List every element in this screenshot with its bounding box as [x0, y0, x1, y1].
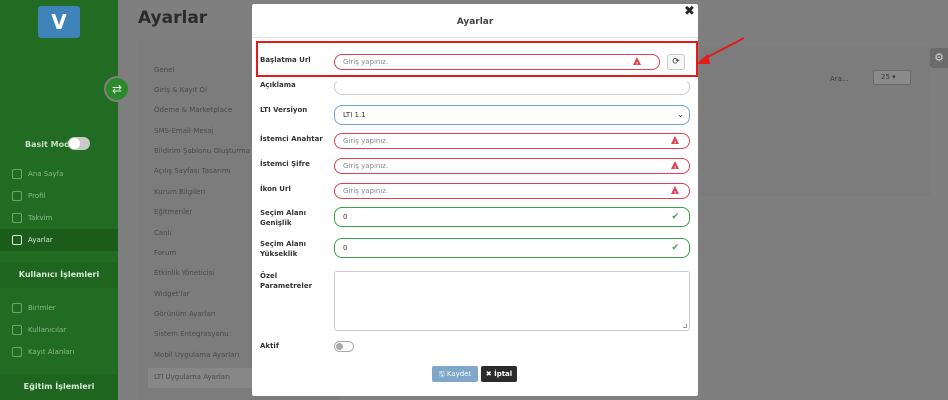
istemci-sifre-input[interactable]: Giriş yapınız.	[334, 158, 690, 176]
gear-icon	[12, 235, 22, 245]
ikon-url-placeholder: Giriş yapınız.	[343, 187, 389, 195]
istemci-anahtar-placeholder: Giriş yapınız.	[343, 137, 389, 145]
check-icon: ✔	[671, 212, 679, 222]
aktif-toggle[interactable]	[334, 341, 354, 352]
settings-menu-item[interactable]: Eğitmenler	[154, 208, 192, 216]
sidebar-item-label: Takvim	[28, 214, 53, 222]
building-icon	[12, 303, 22, 313]
sidebar-item-kullanicilar[interactable]: Kullanıcılar	[0, 319, 118, 341]
istemci-sifre-label: İstemci Şifre	[260, 160, 310, 168]
aktif-label: Aktif	[260, 342, 279, 350]
save-button[interactable]: 🖫 Kaydet	[432, 366, 478, 382]
app-logo[interactable]: V	[38, 6, 80, 38]
settings-menu-item[interactable]: Forum	[154, 249, 176, 257]
check-icon: ✔	[671, 243, 679, 253]
basit-mod-label: Basit Mod	[25, 140, 70, 149]
secim-yukseklik-label: Seçim Alanı Yükseklik	[260, 240, 306, 258]
lti-versiyon-value: LTI 1.1	[343, 111, 366, 119]
close-icon[interactable]: ✖	[684, 4, 695, 19]
sidebar-item-label: Birimler	[28, 304, 56, 312]
sidebar-section-education[interactable]: Eğitim İşlemleri	[0, 374, 118, 400]
settings-menu-item[interactable]: Widget'lar	[154, 290, 190, 298]
ozel-parametreler-label: Özel Parametreler	[260, 272, 313, 290]
lti-versiyon-label: LTI Versiyon	[260, 106, 308, 114]
sidebar-item-kayit-alanlari[interactable]: Kayıt Alanları	[0, 341, 118, 363]
ozel-parametreler-textarea[interactable]	[334, 271, 690, 331]
users-icon	[12, 325, 22, 335]
home-icon	[12, 169, 22, 179]
calendar-icon	[12, 213, 22, 223]
settings-menu-item[interactable]: Ödeme & Marketplace	[154, 106, 232, 114]
settings-modal: Ayarlar ✖ Başlatma Url Giriş yapınız. ⟳ …	[252, 4, 698, 396]
secim-genislik-value: 0	[343, 213, 348, 221]
modal-divider	[252, 37, 698, 38]
settings-menu-item[interactable]: Genel	[154, 66, 174, 74]
page-size-select[interactable]: 25 ▾	[873, 70, 911, 85]
basit-mod-toggle[interactable]	[68, 137, 90, 150]
settings-menu-item[interactable]: Mobil Uygulama Ayarları	[154, 351, 239, 359]
settings-menu-item[interactable]: Görünüm Ayarları	[154, 310, 216, 318]
resize-grip-icon[interactable]	[683, 324, 687, 328]
modal-title: Ayarlar	[456, 17, 494, 27]
secim-genislik-input[interactable]: 0 ✔	[334, 207, 690, 227]
highlight-box	[256, 41, 698, 77]
sidebar-item-label: Ana Sayfa	[28, 170, 64, 178]
ikon-url-label: İkon Url	[260, 185, 291, 193]
istemci-anahtar-input[interactable]: Giriş yapınız.	[334, 133, 690, 151]
page-title: Ayarlar	[138, 8, 208, 28]
settings-menu-item[interactable]: Etkinlik Yöneticisi	[154, 269, 214, 277]
secim-yukseklik-value: 0	[343, 244, 348, 252]
cancel-button[interactable]: ✖ İptal	[481, 366, 517, 382]
sidebar-item-takvim[interactable]: Takvim	[0, 207, 118, 229]
sidebar-item-label: Kayıt Alanları	[28, 348, 75, 356]
sidebar-item-label: Kullanıcılar	[28, 326, 67, 334]
istemci-sifre-placeholder: Giriş yapınız.	[343, 162, 389, 170]
sidebar: V Basit Mod Ana Sayfa Profil Takvim Ayar…	[0, 0, 118, 400]
warning-icon	[671, 161, 679, 176]
settings-menu-item[interactable]: Giriş & Kayıt Ol	[154, 86, 207, 94]
secim-genislik-label: Seçim Alanı Genişlik	[260, 209, 306, 227]
secim-yukseklik-input[interactable]: 0 ✔	[334, 238, 690, 258]
app-root: V Basit Mod Ana Sayfa Profil Takvim Ayar…	[0, 0, 948, 400]
sidebar-item-label: Profil	[28, 192, 46, 200]
aciklama-input[interactable]	[334, 79, 690, 95]
warning-icon	[671, 136, 679, 151]
sidebar-item-birimler[interactable]: Birimler	[0, 297, 118, 319]
settings-menu-item[interactable]: LTI Uygulama Ayarları	[154, 373, 230, 381]
aciklama-label: Açıklama	[260, 81, 296, 89]
gear-icon[interactable]: ⚙	[930, 48, 948, 68]
lti-versiyon-select[interactable]: LTI 1.1 ⌄	[334, 105, 690, 125]
settings-menu-item[interactable]: SMS-Email-Mesaj	[154, 127, 214, 135]
settings-menu-item[interactable]: Açılış Sayfası Tasarımı	[154, 167, 231, 175]
sidebar-collapse-icon[interactable]: ⇄	[104, 76, 130, 102]
settings-menu-item[interactable]: Bildirim Şablonu Oluşturma	[154, 147, 250, 155]
settings-menu-item[interactable]: Kurum Bilgileri	[154, 188, 205, 196]
annotation-arrow-icon	[696, 37, 745, 64]
user-icon	[12, 191, 22, 201]
sidebar-item-ayarlar[interactable]: Ayarlar	[0, 229, 118, 251]
istemci-anahtar-label: İstemci Anahtar	[260, 135, 323, 143]
ikon-url-input[interactable]: Giriş yapınız.	[334, 183, 690, 201]
settings-menu-item[interactable]: Canlı	[154, 229, 172, 237]
sidebar-section-users[interactable]: Kullanıcı İşlemleri	[0, 262, 118, 288]
warning-icon	[671, 186, 679, 201]
sidebar-item-label: Ayarlar	[28, 236, 53, 244]
form-icon	[12, 347, 22, 357]
sidebar-item-profil[interactable]: Profil	[0, 185, 118, 207]
chevron-down-icon: ⌄	[677, 110, 684, 119]
settings-menu-item[interactable]: Sistem Entegrasyonu	[154, 330, 229, 338]
search-label[interactable]: Ara...	[830, 75, 849, 83]
sidebar-item-ana-sayfa[interactable]: Ana Sayfa	[0, 163, 118, 185]
